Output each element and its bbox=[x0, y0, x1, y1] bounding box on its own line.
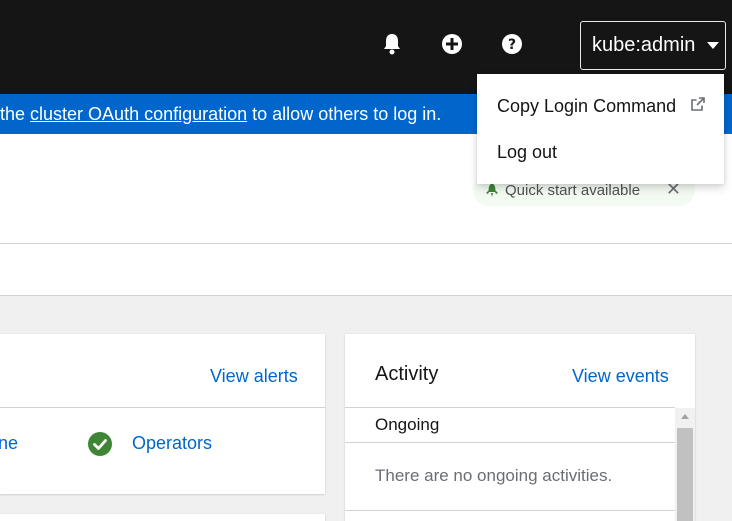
bell-icon[interactable] bbox=[380, 31, 404, 57]
inventory-card bbox=[0, 514, 325, 521]
plus-circle-icon[interactable] bbox=[440, 31, 464, 57]
status-item-partial-link[interactable]: ne bbox=[0, 433, 18, 454]
banner-prefix: the bbox=[0, 104, 31, 124]
rocket-icon bbox=[484, 182, 500, 198]
svg-text:?: ? bbox=[508, 37, 516, 53]
user-name: kube:admin bbox=[592, 34, 696, 56]
question-circle-icon[interactable]: ? bbox=[500, 31, 524, 57]
divider bbox=[345, 442, 675, 443]
activity-title: Activity bbox=[375, 363, 439, 385]
scrollbar-thumb[interactable] bbox=[677, 428, 693, 521]
external-link-icon bbox=[691, 97, 705, 111]
user-menu-toggle[interactable]: kube:admin bbox=[580, 21, 726, 70]
check-circle-icon bbox=[88, 432, 112, 456]
user-dropdown-menu: Copy Login Command Log out bbox=[477, 74, 724, 184]
quick-start-label: Quick start available bbox=[505, 181, 641, 199]
no-ongoing-text: There are no ongoing activities. bbox=[375, 466, 613, 485]
status-card-header: View alerts bbox=[0, 334, 325, 408]
activity-scrollbar[interactable] bbox=[675, 408, 695, 521]
operators-link[interactable]: Operators bbox=[132, 433, 212, 454]
view-events-link[interactable]: View events bbox=[572, 366, 669, 387]
cluster-oauth-link[interactable]: cluster OAuth configuration bbox=[30, 104, 247, 124]
log-out-item[interactable]: Log out bbox=[497, 142, 557, 163]
banner-suffix: to allow others to log in. bbox=[247, 104, 442, 124]
caret-down-icon bbox=[707, 42, 719, 49]
divider bbox=[345, 510, 675, 511]
view-alerts-link[interactable]: View alerts bbox=[210, 366, 298, 387]
scroll-up-arrow-icon[interactable] bbox=[681, 414, 689, 419]
activity-card: Activity View events Ongoing There are n… bbox=[345, 334, 695, 521]
status-card: View alerts ne Operators bbox=[0, 334, 325, 494]
tab-bar bbox=[0, 244, 732, 296]
copy-login-command-item[interactable]: Copy Login Command bbox=[497, 96, 676, 117]
ongoing-heading: Ongoing bbox=[375, 415, 440, 434]
divider bbox=[345, 407, 675, 408]
